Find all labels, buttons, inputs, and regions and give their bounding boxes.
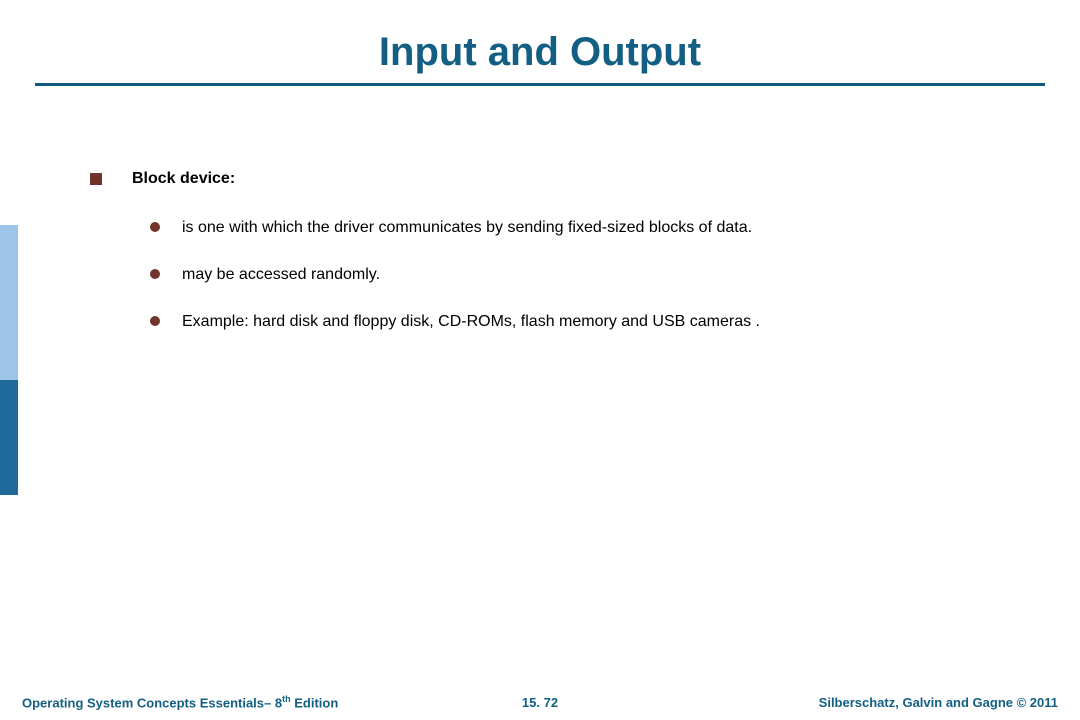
- level2-text: Example: hard disk and floppy disk, CD-R…: [182, 312, 760, 331]
- level2-item: may be accessed randomly.: [150, 265, 1030, 284]
- content-area: Block device: is one with which the driv…: [90, 170, 1030, 360]
- level2-text: is one with which the driver communicate…: [182, 218, 752, 237]
- level2-item: Example: hard disk and floppy disk, CD-R…: [150, 312, 1030, 331]
- footer-right: Silberschatz, Galvin and Gagne © 2011: [819, 695, 1058, 710]
- level2-text: may be accessed randomly.: [182, 265, 380, 284]
- circle-bullet-icon: [150, 222, 160, 232]
- side-accent-dark: [0, 380, 18, 495]
- footer-left-sup: th: [282, 694, 291, 704]
- circle-bullet-icon: [150, 316, 160, 326]
- side-accent-light: [0, 225, 18, 380]
- level2-item: is one with which the driver communicate…: [150, 218, 1030, 237]
- footer-left: Operating System Concepts Essentials– 8t…: [22, 694, 338, 710]
- circle-bullet-icon: [150, 269, 160, 279]
- level2-list: is one with which the driver communicate…: [150, 218, 1030, 332]
- slide: Input and Output Block device: is one wi…: [0, 0, 1080, 720]
- footer: Operating System Concepts Essentials– 8t…: [0, 690, 1080, 710]
- level1-heading: Block device:: [132, 170, 235, 188]
- slide-title: Input and Output: [0, 30, 1080, 75]
- level1-item: Block device:: [90, 170, 1030, 188]
- footer-left-post: Edition: [291, 695, 339, 710]
- footer-left-pre: Operating System Concepts Essentials– 8: [22, 695, 282, 710]
- title-underline: [35, 83, 1045, 86]
- footer-page-number: 15. 72: [522, 695, 558, 710]
- square-bullet-icon: [90, 173, 102, 185]
